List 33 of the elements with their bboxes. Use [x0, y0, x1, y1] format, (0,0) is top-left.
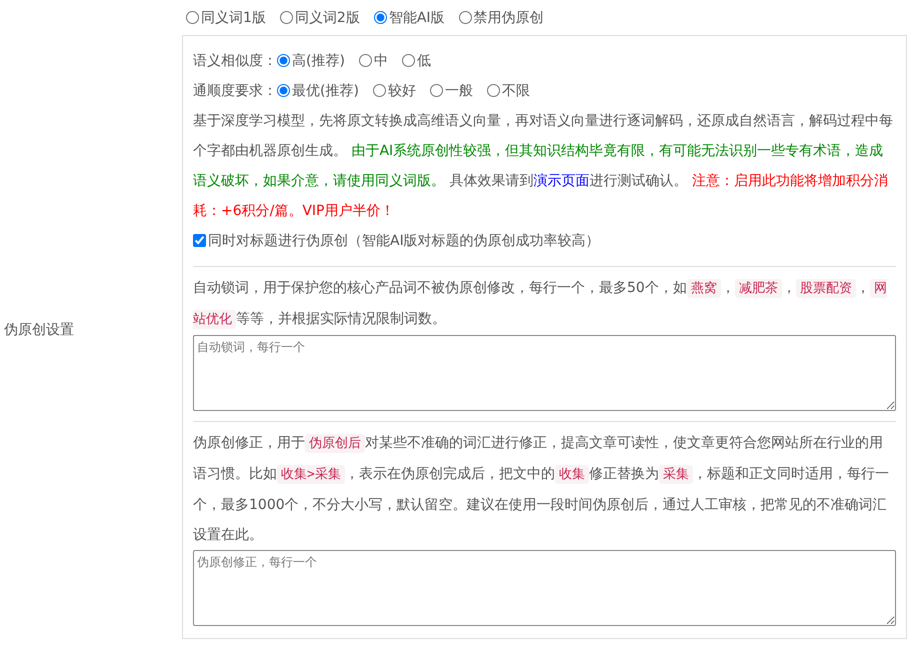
- radio-button[interactable]: [430, 84, 443, 97]
- option-label[interactable]: 低: [416, 53, 431, 69]
- description-text: 基于深度学习模型，先将原文转换成高维语义向量，再对语义向量进行逐词解码，还原成自然语言，解码过程中每个字都由机器原创生成。 由于AI系统原创性较强，但其知识结构毕竟有限，有可能无法识别一些专有术语，造成语义破坏，如果介意，请使用同义词版。 具体效果请到演示页面进行测试确认。 注意：启用此功能将增加积分消耗：+6积分/篇。VIP用户半价！: [193, 112, 894, 221]
- checkbox-label[interactable]: 同时对标题进行伪原创（智能AI版对标题的伪原创成功率较高）: [208, 233, 600, 249]
- option-label[interactable]: 智能AI版: [388, 10, 445, 26]
- option-label[interactable]: 中: [374, 53, 388, 69]
- lock-words-field[interactable]: 自动锁词，每行一个: [193, 335, 896, 411]
- option-label[interactable]: 高(推荐): [292, 53, 345, 69]
- settings-label: 伪原创设置: [3, 321, 74, 340]
- corrections-description: 伪原创修正，用于 伪原创后 对某些不准确的词汇进行修正，提高文章可读性，使文章更符合您网站所在行业的用语习惯。比如 收集>采集 ，表示在伪原创完成后，把文中的 收集 修正替换为 采集 ，标题和正文同时适用，每行一个，最多1000个，不分大小写，默认留空。建议在使用一段时间伪原创后，通过人工审核，把常见的不准确词汇设置在此。: [193, 433, 890, 545]
- radio-button[interactable]: [277, 54, 290, 67]
- lock-words-description: 自动锁词，用于保护您的核心产品词不被伪原创修改，每行一个，最多50个，如 燕窝 ， 减肥茶 ， 股票配资 ， 网站优化 等等，并根据实际情况限制词数。: [193, 278, 888, 331]
- option-label[interactable]: 禁用伪原创: [474, 10, 544, 26]
- radio-button[interactable]: [186, 11, 199, 24]
- radio-button[interactable]: [374, 11, 387, 24]
- option-label[interactable]: 最优(推荐): [292, 83, 359, 99]
- radio-button[interactable]: [358, 54, 372, 67]
- corrections-field[interactable]: 伪原创修正，每行一个: [193, 550, 896, 626]
- title-checkbox[interactable]: [193, 234, 206, 247]
- option-label[interactable]: 较好: [388, 83, 416, 99]
- similarity-label: 语义相似度：: [193, 53, 277, 69]
- demo-page-link[interactable]: 演示页面: [533, 173, 590, 189]
- radio-button[interactable]: [402, 54, 415, 67]
- radio-button[interactable]: [372, 84, 386, 97]
- option-label[interactable]: 不限: [502, 83, 530, 99]
- option-label[interactable]: 一般: [444, 83, 473, 99]
- fluency-label: 通顺度要求：: [193, 83, 277, 99]
- radio-button[interactable]: [486, 84, 500, 97]
- option-label[interactable]: 同义词2版: [294, 10, 360, 26]
- radio-button[interactable]: [458, 11, 472, 24]
- option-label[interactable]: 同义词1版: [201, 10, 266, 26]
- radio-button[interactable]: [280, 11, 293, 24]
- radio-button[interactable]: [277, 84, 290, 97]
